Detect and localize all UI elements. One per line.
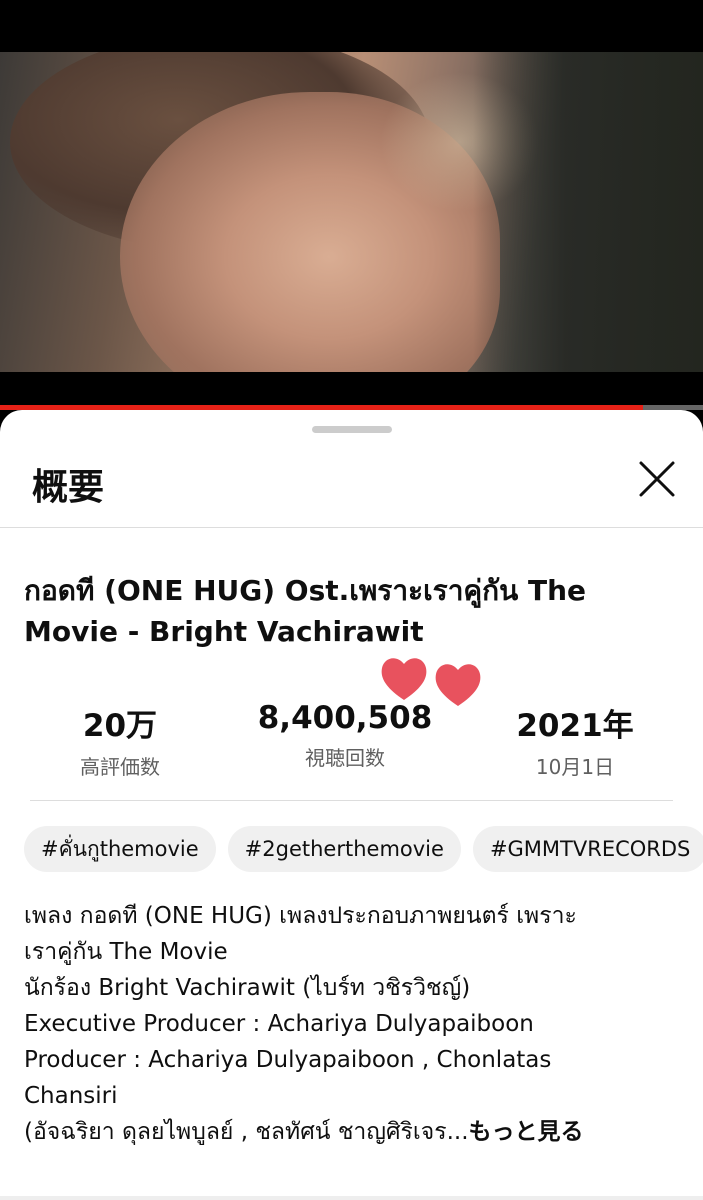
- close-icon: [639, 461, 675, 497]
- hashtag-row: #คั่นกูthemovie #2getherthemovie #GMMTVREC…: [24, 826, 703, 874]
- stat-value: 20万: [82, 708, 158, 744]
- close-button[interactable]: [628, 456, 686, 504]
- video-title-line: กอดที (ONE HUG) Ost.เพราะเราคู่กัน The: [24, 574, 587, 607]
- sheet-title: 概要: [32, 467, 105, 508]
- stat-value: 2021年: [516, 708, 634, 744]
- stat-label: 視聴回数: [305, 746, 385, 770]
- description-text: เพลง กอดที (ONE HUG) เพลงประกอบภาพยนตร์ …: [24, 898, 684, 1150]
- drag-handle[interactable]: [312, 426, 392, 433]
- status-bar-area: [0, 0, 703, 52]
- stat-label: 10月1日: [535, 755, 615, 779]
- description-last-line: (อัจฉริยา ดุลยไพบูลย์ , ชลทัศน์ ชาญศิริเ…: [24, 1114, 684, 1150]
- bottom-divider: [0, 1196, 703, 1200]
- stat-value: 8,400,508: [257, 700, 433, 736]
- description-line: Chansiri: [24, 1083, 118, 1109]
- stat-label: 高評価数: [80, 755, 160, 779]
- hashtag-chip[interactable]: #GMMTVRECORDS: [472, 826, 703, 872]
- stat-likes: 20万 高評価数: [40, 700, 200, 780]
- video-title: กอดที (ONE HUG) Ost.เพราะเราคู่กัน The M…: [24, 570, 664, 652]
- description-line: Producer : Achariya Dulyapaiboon , Chonl…: [24, 1047, 552, 1073]
- stat-date: 2021年 10月1日: [495, 700, 655, 780]
- description-line: เพลง กอดที (ONE HUG) เพลงประกอบภาพยนตร์ …: [24, 903, 577, 929]
- video-frame[interactable]: [0, 52, 703, 372]
- stats-divider: [30, 800, 673, 801]
- video-title-line: Movie - Bright Vachirawit: [24, 615, 424, 648]
- show-more-button[interactable]: もっと見る: [469, 1119, 584, 1145]
- stat-views: 8,400,508 視聴回数: [240, 700, 450, 771]
- heart-sticker-icon: [381, 658, 481, 706]
- description-sheet: 概要 กอดที (ONE HUG) Ost.เพราะเราคู่กัน Th…: [0, 410, 703, 1200]
- description-line: Executive Producer : Achariya Dulyapaibo…: [24, 1011, 534, 1037]
- header-divider: [0, 527, 703, 528]
- description-line: นักร้อง Bright Vachirawit (ไบร์ท วชิรวิช…: [24, 975, 471, 1001]
- description-line: (อัจฉริยา ดุลยไพบูลย์ , ชลทัศน์ ชาญศิริเ…: [24, 1119, 469, 1145]
- hashtag-chip[interactable]: #2getherthemovie: [227, 826, 461, 872]
- description-line: เราคู่กัน The Movie: [24, 939, 228, 965]
- hashtag-chip[interactable]: #คั่นกูthemovie: [24, 826, 216, 872]
- video-frame-shadow: [473, 52, 703, 372]
